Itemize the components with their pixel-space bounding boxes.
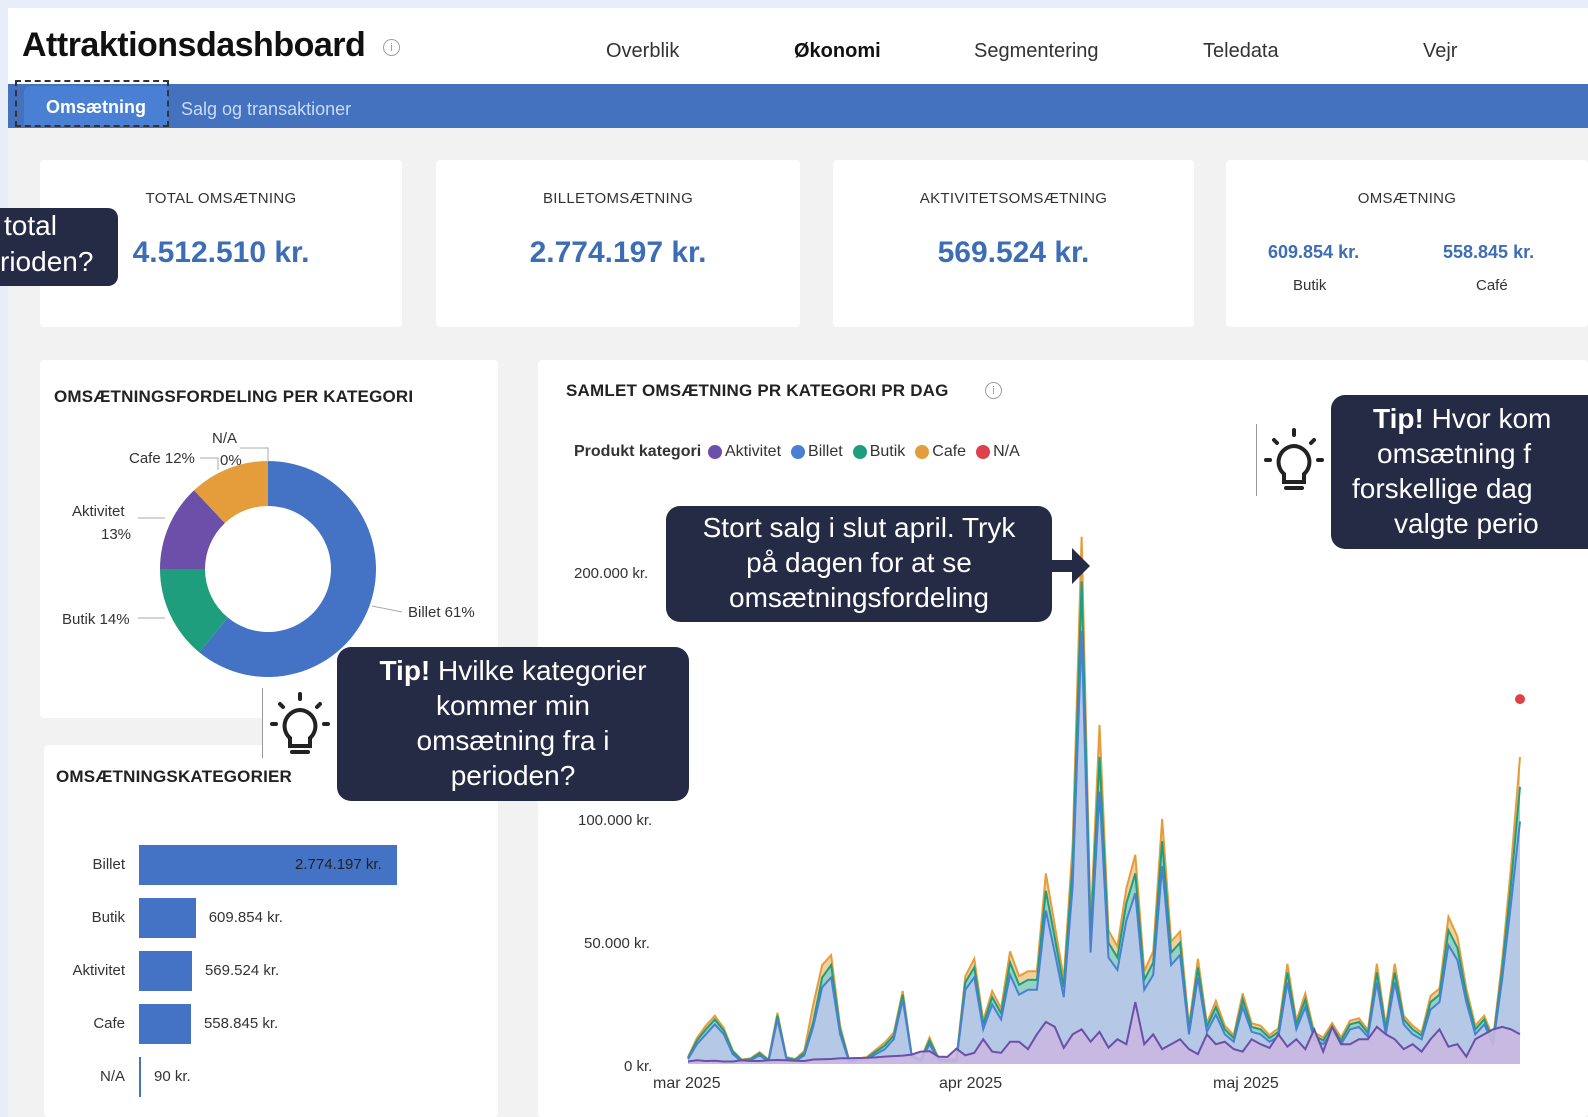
tip-line: Tip! Hvor kom [1331, 401, 1588, 436]
bulb-icon [1255, 424, 1332, 496]
tip-callout-donut: Tip! Hvilke kategorier kommer min omsætn… [337, 647, 689, 801]
tip-line: Tip! Hvilke kategorier [337, 653, 689, 688]
tip-line: kommer min [435, 690, 590, 721]
tip-strong: Tip! [1373, 403, 1424, 434]
tip-text: Hvor kom [1423, 403, 1552, 434]
tip-line: perioden? [450, 760, 576, 791]
tip-line: omsætning fra i [416, 725, 610, 756]
point-na[interactable] [1515, 694, 1525, 705]
tip-line: omsætning f [1377, 438, 1532, 469]
tip-line: Stort salg i slut april. Tryk [702, 512, 1016, 543]
tip-strong: Tip! [379, 655, 431, 686]
bulb-icon [261, 688, 338, 758]
tip-callout-sale: Stort salg i slut april. Tryk på dagen f… [666, 506, 1052, 622]
tip-line: forskellige dag [1352, 473, 1533, 504]
tip-callout-area: Tip! Hvor kom omsætning f forskellige da… [1331, 395, 1588, 549]
arrow-right-icon [1052, 548, 1090, 584]
tip-text: Hvilke kategorier [430, 655, 647, 686]
tip-line: omsætningsfordeling [729, 582, 989, 613]
tip-line: valgte perio [1394, 508, 1539, 539]
tip-line: på dagen for at se [746, 547, 972, 578]
